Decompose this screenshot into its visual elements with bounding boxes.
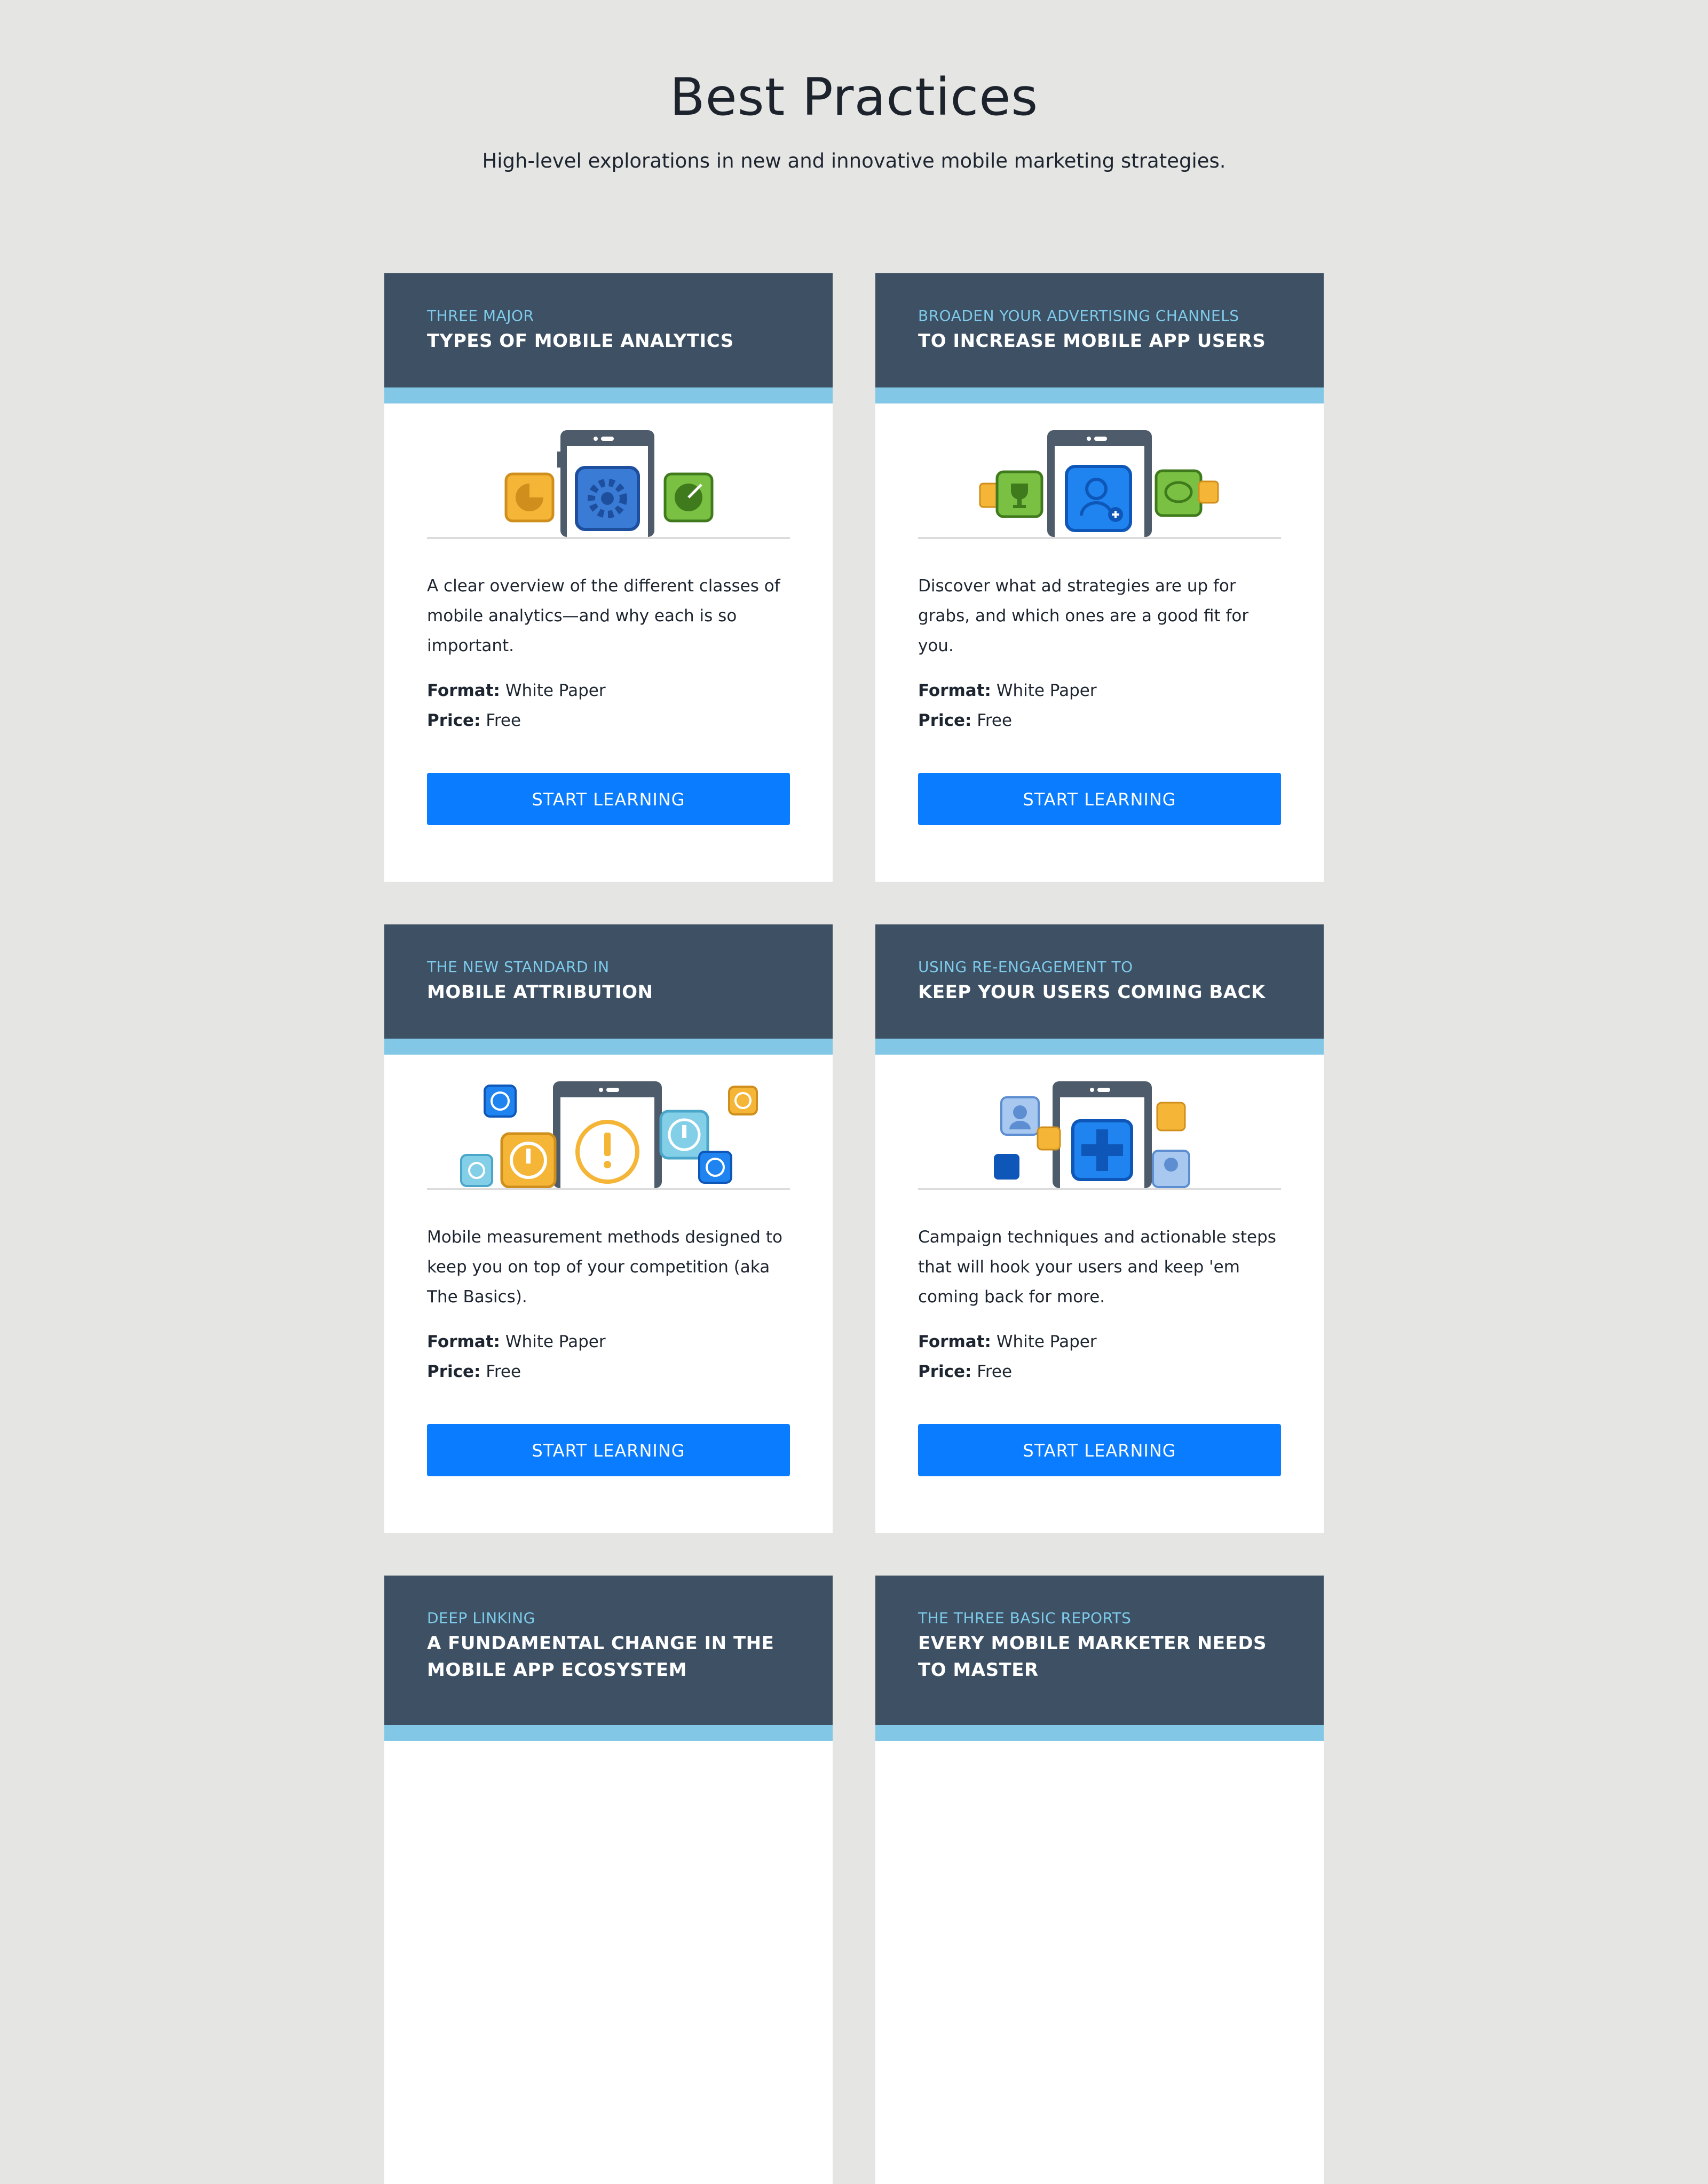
- card-kicker: THE NEW STANDARD IN: [427, 958, 610, 976]
- alert-icon: [575, 1120, 639, 1184]
- start-learning-button[interactable]: START LEARNING: [427, 773, 790, 825]
- start-learning-button[interactable]: START LEARNING: [918, 1424, 1281, 1476]
- card-kicker: DEEP LINKING: [427, 1609, 535, 1627]
- card-description: Mobile measurement methods designed to k…: [427, 1228, 782, 1307]
- card-title: KEEP YOUR USERS COMING BACK: [918, 982, 1266, 1003]
- card-header: THE NEW STANDARD IN MOBILE ATTRIBUTION: [384, 924, 833, 1055]
- card-title: TYPES OF MOBILE ANALYTICS: [427, 330, 734, 352]
- resource-grid: THREE MAJOR TYPES OF MOBILE ANALYTICS A …: [384, 273, 1324, 2184]
- page-header: Best Practices High-level explorations i…: [0, 0, 1708, 174]
- card-kicker: THE THREE BASIC REPORTS: [918, 1609, 1132, 1627]
- format-value: White Paper: [505, 681, 606, 700]
- card-kicker: THREE MAJOR: [427, 307, 534, 325]
- resource-card: THE NEW STANDARD IN MOBILE ATTRIBUTION M…: [384, 924, 833, 1533]
- resource-card: DEEP LINKING A FUNDAMENTAL CHANGE IN THE…: [384, 1576, 833, 2184]
- resource-card: USING RE-ENGAGEMENT TO KEEP YOUR USERS C…: [875, 924, 1324, 1533]
- price-label: Price:: [918, 1362, 972, 1381]
- card-meta: Format: White Paper Price: Free: [427, 1327, 790, 1387]
- start-learning-button[interactable]: START LEARNING: [918, 773, 1281, 825]
- divider: [427, 537, 790, 539]
- price-label: Price:: [427, 711, 481, 730]
- price-label: Price:: [427, 1362, 481, 1381]
- chat-icon: [1155, 469, 1203, 517]
- price-value: Free: [486, 711, 521, 730]
- card-title: TO INCREASE MOBILE APP USERS: [918, 330, 1266, 352]
- format-label: Format:: [427, 681, 500, 700]
- start-learning-button[interactable]: START LEARNING: [427, 1424, 790, 1476]
- analytics-illustration: [427, 430, 790, 537]
- card-meta: Format: White Paper Price: Free: [427, 676, 790, 735]
- trophy-icon: [995, 470, 1043, 518]
- add-user-icon: [1065, 465, 1132, 532]
- resource-card: THE THREE BASIC REPORTS EVERY MOBILE MAR…: [875, 1576, 1324, 2184]
- format-value: White Paper: [996, 681, 1097, 700]
- format-label: Format:: [918, 681, 991, 700]
- card-title: A FUNDAMENTAL CHANGE IN THE MOBILE APP E…: [427, 1633, 774, 1681]
- target-icon: [663, 472, 714, 523]
- page-title: Best Practices: [669, 67, 1039, 127]
- card-header: DEEP LINKING A FUNDAMENTAL CHANGE IN THE…: [384, 1576, 833, 1741]
- attribution-illustration: [427, 1081, 790, 1188]
- card-description: Campaign techniques and actionable steps…: [918, 1228, 1276, 1307]
- price-value: Free: [977, 1362, 1013, 1381]
- page-subtitle: High-level explorations in new and innov…: [482, 149, 1226, 172]
- format-value: White Paper: [505, 1332, 606, 1351]
- card-meta: Format: White Paper Price: Free: [918, 1327, 1281, 1387]
- plus-icon: [1071, 1119, 1133, 1181]
- card-kicker: USING RE-ENGAGEMENT TO: [918, 958, 1133, 976]
- advertising-illustration: [918, 430, 1281, 537]
- format-label: Format:: [918, 1332, 991, 1351]
- divider: [427, 1188, 790, 1190]
- card-header: BROADEN YOUR ADVERTISING CHANNELS TO INC…: [875, 273, 1324, 403]
- user-icon: [1000, 1096, 1040, 1136]
- resource-card: THREE MAJOR TYPES OF MOBILE ANALYTICS A …: [384, 273, 833, 882]
- card-description: A clear overview of the different classe…: [427, 576, 780, 655]
- card-title: EVERY MOBILE MARKETER NEEDS TO MASTER: [918, 1633, 1267, 1681]
- divider: [918, 1188, 1281, 1190]
- card-kicker: BROADEN YOUR ADVERTISING CHANNELS: [918, 307, 1239, 325]
- divider: [918, 537, 1281, 539]
- card-header: THREE MAJOR TYPES OF MOBILE ANALYTICS: [384, 273, 833, 403]
- price-label: Price:: [918, 711, 972, 730]
- card-header: USING RE-ENGAGEMENT TO KEEP YOUR USERS C…: [875, 924, 1324, 1055]
- reengagement-illustration: [918, 1081, 1281, 1188]
- card-meta: Format: White Paper Price: Free: [918, 676, 1281, 735]
- card-header: THE THREE BASIC REPORTS EVERY MOBILE MAR…: [875, 1576, 1324, 1741]
- gear-icon: [575, 466, 640, 531]
- format-label: Format:: [427, 1332, 500, 1351]
- card-description: Discover what ad strategies are up for g…: [918, 576, 1249, 655]
- price-value: Free: [486, 1362, 521, 1381]
- price-value: Free: [977, 711, 1013, 730]
- card-title: MOBILE ATTRIBUTION: [427, 982, 653, 1003]
- resource-card: BROADEN YOUR ADVERTISING CHANNELS TO INC…: [875, 273, 1324, 882]
- pie-chart-icon: [504, 472, 555, 523]
- format-value: White Paper: [996, 1332, 1097, 1351]
